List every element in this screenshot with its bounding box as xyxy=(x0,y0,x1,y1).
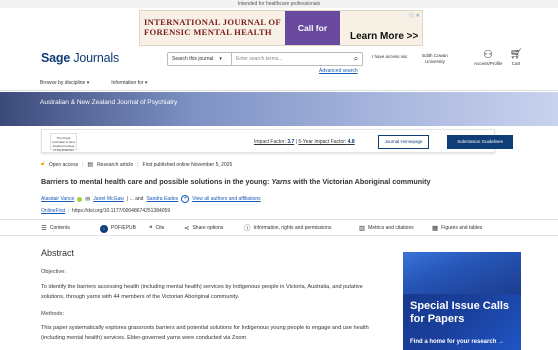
ad-learn-more-button[interactable]: Learn More >> xyxy=(350,31,418,42)
account-label: Access/Profile xyxy=(474,61,503,66)
table-icon: ▦ xyxy=(432,225,439,232)
impact5-value: 4.8 xyxy=(347,139,355,145)
cart-label: Cart xyxy=(511,61,521,66)
methods-text: This paper systematically explores grass… xyxy=(41,325,369,341)
share-label: Share options xyxy=(192,225,224,231)
impact5-label: 5-Year Impact Factor: xyxy=(298,139,347,145)
quote-icon: ❝ xyxy=(149,225,153,232)
institution-name[interactable]: Edith Cowan University xyxy=(416,53,454,65)
search-scope-label: Search this journal xyxy=(172,56,214,62)
ad-journal-title: INTERNATIONAL JOURNAL OF FORENSIC MENTAL… xyxy=(144,17,281,37)
healthcare-notice-text: Intended for healthcare professionals xyxy=(237,1,321,7)
pdf-label: PDF/EPUB xyxy=(111,225,137,231)
author-link[interactable]: Janet McGaw xyxy=(93,196,124,202)
ad-close-icon[interactable]: ⓘ ✕ xyxy=(409,12,420,19)
sage-journals-logo[interactable]: Sage Journals xyxy=(41,51,119,65)
abstract-heading: Abstract xyxy=(41,248,75,258)
site-header: Sage Journals Search this journal ▾ Enter… xyxy=(0,46,558,91)
doi-line: OnlineFirst | https://doi.org/10.1177/00… xyxy=(41,208,171,214)
objective-label: Objective: xyxy=(41,269,66,275)
article-meta: 🔓︎ Open access | ▤ Research article | Fi… xyxy=(41,161,233,168)
search-icon[interactable]: ⌕ xyxy=(350,53,362,65)
open-lock-icon: 🔓︎ xyxy=(41,161,45,167)
list-icon: ☰ xyxy=(41,225,47,232)
author-list: Alasdair Vance ✉ Janet McGaw | ... and S… xyxy=(41,195,261,203)
title-part-2: with the Victorian Aboriginal community xyxy=(291,177,431,186)
share-options-button[interactable]: ⋖ Share options xyxy=(184,220,223,237)
cart-icon: 🛒︎ xyxy=(509,49,523,60)
title-part-1: Barriers to mental health care and possi… xyxy=(41,177,272,186)
impact5-factor-link[interactable]: 5-Year Impact Factor: 4.8 xyxy=(298,139,354,145)
search-input[interactable]: Enter search terms... xyxy=(232,53,350,65)
impact-factor-info: Impact Factor: 3.7 | 5-Year Impact Facto… xyxy=(254,139,355,145)
contents-button[interactable]: ☰ Contents xyxy=(41,220,70,237)
orcid-icon[interactable] xyxy=(77,196,83,202)
nav-info-label: Information for xyxy=(111,80,144,86)
pdf-epub-button[interactable]: ↓ PDF/EPUB xyxy=(100,220,136,237)
author-link[interactable]: Sandra Eades xyxy=(146,196,178,202)
bar-chart-icon: ▥ xyxy=(359,225,366,232)
special-issue-title: Special Issue Calls for Papers xyxy=(410,300,510,325)
advanced-search-link[interactable]: Advanced search xyxy=(319,68,358,74)
methods-label: Methods: xyxy=(41,311,65,317)
metrics-button[interactable]: ▥ Metrics and citations xyxy=(359,220,414,237)
ad-decorative-graphic xyxy=(403,252,521,294)
submission-guidelines-button[interactable]: Submission Guidelines xyxy=(447,135,513,149)
author-separator: | ... and xyxy=(126,196,144,202)
search-bar: Search this journal ▾ Enter search terms.… xyxy=(167,52,363,66)
cite-button[interactable]: ❝ Cite xyxy=(149,220,164,237)
ranzcp-logo-text: The Royal Australian & New Zealand Colle… xyxy=(51,136,75,152)
expand-authors-icon[interactable]: + xyxy=(181,195,190,203)
information-button[interactable]: ⓘ Information, rights and permissions xyxy=(244,220,331,237)
impact-value: 3.7 xyxy=(287,139,295,145)
top-advertisement[interactable]: INTERNATIONAL JOURNAL OF FORENSIC MENTAL… xyxy=(139,10,423,67)
open-access-label: Open access xyxy=(48,161,79,168)
user-icon: ⚇ xyxy=(483,49,493,61)
view-all-authors-link[interactable]: View all authors and affiliations xyxy=(192,196,260,202)
journal-homepage-button[interactable]: Journal Homepage xyxy=(378,135,429,149)
article-type: Research article xyxy=(97,161,134,168)
journal-banner: Australian & New Zealand Journal of Psyc… xyxy=(0,92,558,126)
healthcare-notice-bar: Intended for healthcare professionals xyxy=(0,0,558,8)
nav-browse-label: Browse by discipline xyxy=(40,80,86,86)
onlinefirst-link[interactable]: OnlineFirst xyxy=(41,208,65,214)
objective-text: To identify the barriers accessing healt… xyxy=(41,284,363,300)
journal-banner-title[interactable]: Australian & New Zealand Journal of Psyc… xyxy=(40,99,177,106)
figures-label: Figures and tables xyxy=(441,225,483,231)
find-home-link[interactable]: Find a home for your research → xyxy=(410,339,504,345)
author-link[interactable]: Alasdair Vance xyxy=(41,196,74,202)
cart-button[interactable]: 🛒︎ Cart xyxy=(508,49,524,66)
ad-call-for-papers: Call for papers xyxy=(285,11,340,67)
doi-link[interactable]: https://doi.org/10.1177/0004867425138405… xyxy=(72,208,170,214)
chevron-down-icon: ▾ xyxy=(219,56,222,62)
publication-date: First published online November 5, 2025 xyxy=(142,161,233,168)
special-issue-advertisement[interactable]: Special Issue Calls for Papers Find a ho… xyxy=(403,252,521,350)
article-toolbar: ☰ Contents ↓ PDF/EPUB ❝ Cite ⋖ Share options… xyxy=(0,219,558,236)
share-icon: ⋖ xyxy=(184,225,190,232)
info-label: Information, rights and permissions xyxy=(253,225,332,231)
title-emphasis: Yarns xyxy=(271,177,292,186)
figures-tables-button[interactable]: ▦ Figures and tables xyxy=(432,220,482,237)
impact-label: Impact Factor: xyxy=(254,139,286,145)
download-icon: ↓ xyxy=(100,224,108,233)
cite-label: Cite xyxy=(155,225,165,231)
journal-info-card: The Royal Australian & New Zealand Colle… xyxy=(41,129,513,153)
info-icon: ⓘ xyxy=(244,225,251,232)
main-nav: Browse by discipline ▾ Information for ▾ xyxy=(40,80,147,86)
metrics-label: Metrics and citations xyxy=(368,225,414,231)
logo-journals-text: Journals xyxy=(73,51,120,65)
contents-label: Contents xyxy=(49,225,70,231)
email-icon[interactable]: ✉ xyxy=(85,196,90,203)
nav-browse-discipline[interactable]: Browse by discipline ▾ xyxy=(40,80,89,86)
ranzcp-logo: The Royal Australian & New Zealand Colle… xyxy=(50,133,77,152)
document-icon: ▤ xyxy=(87,162,94,168)
impact-factor-link[interactable]: Impact Factor: 3.7 xyxy=(254,139,294,145)
account-button[interactable]: ⚇ Access/Profile xyxy=(474,49,503,66)
access-via-label: I have access via: xyxy=(372,54,408,59)
nav-information-for[interactable]: Information for ▾ xyxy=(111,80,147,86)
article-title: Barriers to mental health care and possi… xyxy=(41,177,461,186)
search-scope-select[interactable]: Search this journal ▾ xyxy=(168,53,232,65)
